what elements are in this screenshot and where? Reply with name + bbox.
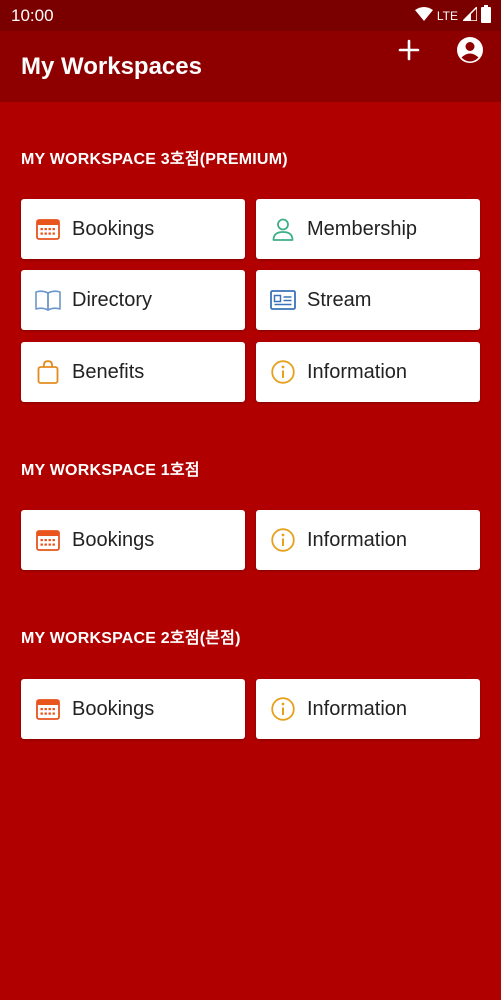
tile-label: Bookings — [72, 217, 155, 240]
tile-label: Membership — [307, 217, 418, 240]
tile-label: Directory — [72, 288, 153, 311]
section-title: MY WORKSPACE 3호점(PREMIUM) — [21, 151, 288, 168]
tile-label: Stream — [307, 288, 372, 311]
calendar-icon — [35, 696, 61, 722]
tile-directory[interactable]: Directory — [21, 270, 245, 330]
status-time: 10:00 — [11, 6, 54, 25]
status-bar: 10:00 LTE — [0, 0, 501, 31]
tile-information[interactable]: Information — [256, 510, 480, 570]
tile-label: Information — [307, 528, 408, 551]
person-icon — [270, 216, 296, 242]
tile-information[interactable]: Information — [256, 679, 480, 739]
account-circle-icon — [457, 37, 483, 63]
page-title: My Workspaces — [21, 53, 202, 80]
status-icons: LTE — [414, 4, 491, 28]
tile-bookings[interactable]: Bookings — [21, 679, 245, 739]
tile-label: Information — [307, 360, 408, 383]
tile-bookings[interactable]: Bookings — [21, 510, 245, 570]
tile-label: Information — [307, 697, 408, 720]
tile-information[interactable]: Information — [256, 342, 480, 402]
tile-label: Bookings — [72, 528, 155, 551]
section-title: MY WORKSPACE 2호점(본점) — [21, 630, 241, 647]
tile-membership[interactable]: Membership — [256, 199, 480, 259]
battery-icon — [481, 4, 491, 28]
wifi-icon — [414, 6, 433, 26]
tile-stream[interactable]: Stream — [256, 270, 480, 330]
tile-benefits[interactable]: Benefits — [21, 342, 245, 402]
tile-label: Bookings — [72, 697, 155, 720]
network-type: LTE — [436, 9, 458, 23]
info-icon — [270, 359, 296, 385]
signal-icon — [461, 4, 478, 26]
plus-icon — [398, 39, 420, 61]
tile-bookings[interactable]: Bookings — [21, 199, 245, 259]
info-icon — [270, 527, 296, 553]
bag-icon — [35, 359, 61, 385]
calendar-icon — [35, 216, 61, 242]
info-icon — [270, 696, 296, 722]
account-button[interactable] — [453, 33, 487, 67]
section-title: MY WORKSPACE 1호점 — [21, 462, 200, 479]
tile-label: Benefits — [72, 360, 145, 383]
id-card-icon — [270, 287, 296, 313]
book-icon — [35, 287, 61, 313]
add-workspace-button[interactable] — [392, 33, 426, 67]
calendar-icon — [35, 527, 61, 553]
